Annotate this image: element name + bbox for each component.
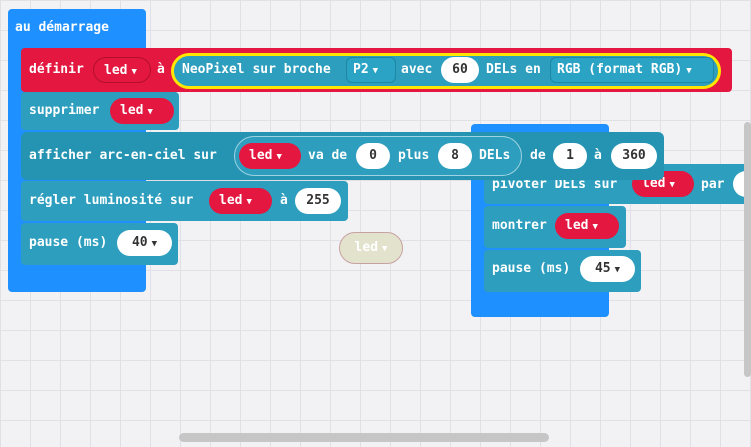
brightness-variable-label: led (219, 193, 243, 208)
pause-label-1: pause (ms) (29, 235, 108, 250)
brightness-to-label: à (280, 193, 288, 208)
rainbow-variable-label: led (249, 148, 273, 163)
leds-in-label: DELs en (486, 62, 541, 77)
floating-variable-label: led (354, 240, 379, 255)
chevron-down-icon: ▼ (614, 265, 621, 275)
define-variable-label: led (104, 63, 128, 78)
brightness-variable-dropdown[interactable]: led ▼ (209, 188, 272, 214)
pause-value-dropdown-1[interactable]: 40 ▼ (117, 230, 172, 256)
pin-dropdown[interactable]: P2 ▼ (346, 57, 396, 83)
range-from-label: va de (308, 148, 348, 163)
hue-end-input[interactable]: 360 (611, 143, 657, 169)
rainbow-label: afficher arc-en-ciel sur (29, 148, 217, 163)
horizontal-scrollbar[interactable] (179, 433, 549, 442)
hue-start-input[interactable]: 1 (553, 143, 587, 169)
pin-value: P2 (353, 62, 369, 77)
show-variable-dropdown[interactable]: led ▼ (555, 213, 619, 239)
pause-value-dropdown-2[interactable]: 45 ▼ (580, 256, 635, 282)
chevron-down-icon: ▼ (151, 239, 158, 249)
on-start-label: au démarrage (15, 20, 109, 35)
chevron-down-icon: ▼ (372, 66, 379, 76)
define-variable-dropdown[interactable]: led ▼ (93, 57, 151, 83)
chevron-down-icon: ▼ (131, 67, 137, 77)
brightness-label: régler luminosité sur (29, 193, 194, 208)
led-count-input[interactable]: 60 (441, 57, 479, 83)
show-variable-label: led (565, 218, 589, 233)
vertical-scrollbar[interactable] (744, 122, 751, 377)
range-plus-label: plus (398, 148, 430, 163)
clear-label: supprimer (29, 103, 100, 118)
floating-led-variable[interactable]: led ▼ (339, 232, 403, 264)
hue-of-label: de (530, 148, 546, 163)
chevron-down-icon: ▼ (246, 197, 252, 207)
hue-to-label: à (594, 148, 602, 163)
chevron-down-icon: ▼ (669, 180, 675, 190)
chevron-down-icon: ▼ (147, 107, 153, 117)
range-leds-label: DELs (479, 148, 511, 163)
define-label: définir (29, 62, 84, 77)
clear-variable-dropdown[interactable]: led ▼ (110, 98, 174, 124)
chevron-down-icon: ▼ (382, 244, 388, 254)
range-start-input[interactable]: 0 (356, 143, 390, 169)
chevron-down-icon: ▼ (686, 66, 692, 76)
range-length-input[interactable]: 8 (438, 143, 472, 169)
brightness-value-input[interactable]: 255 (295, 188, 341, 214)
with-label: avec (401, 62, 433, 77)
show-label: montrer (492, 218, 547, 233)
mode-value: RGB (format RGB) (557, 62, 683, 77)
mode-dropdown[interactable]: RGB (format RGB) ▼ (550, 57, 714, 83)
clear-variable-label: led (120, 103, 144, 118)
rotate-by-label: par (701, 177, 725, 192)
chevron-down-icon: ▼ (592, 222, 598, 232)
neopixel-label: NeoPixel sur broche (182, 62, 331, 77)
rainbow-variable-dropdown[interactable]: led ▼ (239, 143, 301, 169)
chevron-down-icon: ▼ (276, 152, 282, 162)
define-to-label: à (157, 62, 165, 77)
pause-label-2: pause (ms) (492, 261, 571, 276)
pause-value-2: 45 (594, 261, 611, 276)
pause-value-1: 40 (131, 235, 148, 250)
